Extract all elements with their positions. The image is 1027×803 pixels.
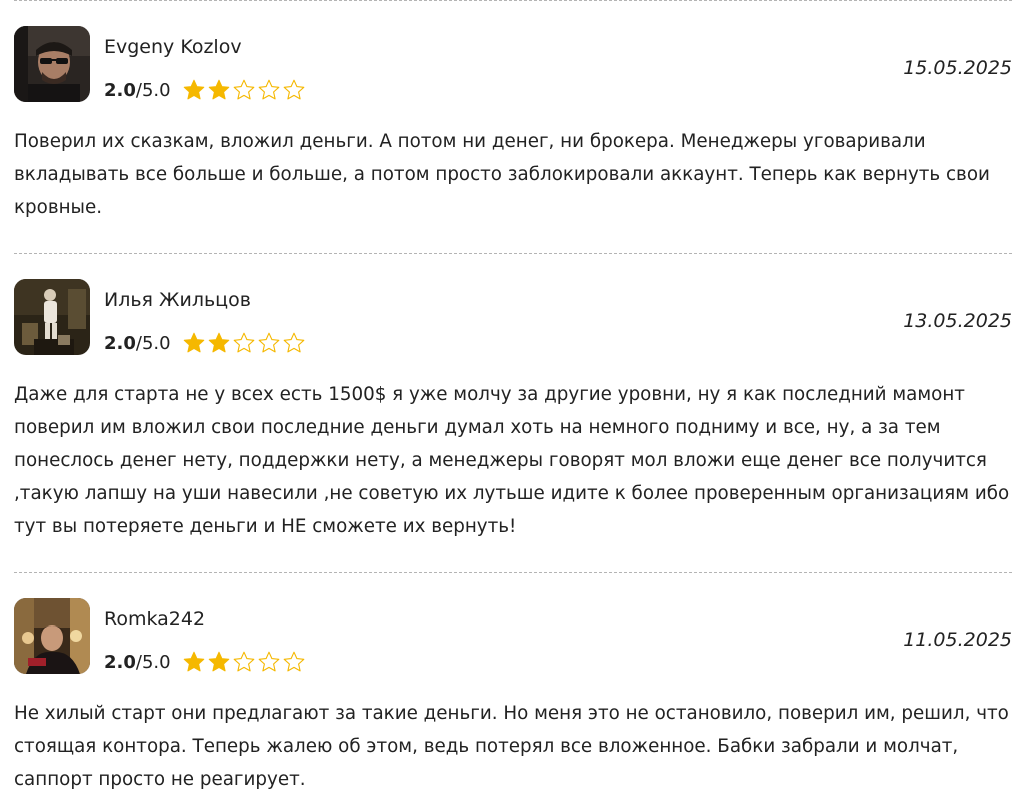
star-filled-icon (207, 650, 231, 674)
star-filled-icon (207, 331, 231, 355)
review-item: Evgeny Kozlov 2.0/5.0 15.05.2025 Поверил… (14, 0, 1012, 253)
star-empty-icon (232, 650, 256, 674)
rating: 2.0/5.0 (104, 647, 307, 677)
review-item: Илья Жильцов 2.0/5.0 13.05.2025 Даже для… (14, 253, 1012, 572)
star-empty-icon (257, 650, 281, 674)
rating-score: 2.0/5.0 (104, 651, 171, 673)
star-empty-icon (232, 331, 256, 355)
rating-score: 2.0/5.0 (104, 79, 171, 101)
review-text: Не хилый старт они предлагают за такие д… (14, 703, 1009, 790)
avatar[interactable] (14, 26, 90, 102)
review-date: 15.05.2025 (903, 57, 1012, 79)
star-empty-icon (232, 78, 256, 102)
rating-stars (182, 331, 307, 355)
author-name[interactable]: Илья Жильцов (104, 288, 251, 312)
star-empty-icon (282, 650, 306, 674)
avatar[interactable] (14, 598, 90, 674)
rating-stars (182, 650, 307, 674)
author-name[interactable]: Romka242 (104, 607, 205, 631)
author-name[interactable]: Evgeny Kozlov (104, 35, 242, 59)
star-filled-icon (182, 331, 206, 355)
star-filled-icon (182, 78, 206, 102)
review-item: Romka242 2.0/5.0 11.05.2025 Не хилый ста… (14, 572, 1012, 803)
rating-score: 2.0/5.0 (104, 332, 171, 354)
star-filled-icon (207, 78, 231, 102)
review-date: 11.05.2025 (903, 629, 1012, 651)
review-text: Поверил их сказкам, вложил деньги. А пот… (14, 131, 990, 218)
review-date: 13.05.2025 (903, 310, 1012, 332)
star-empty-icon (282, 78, 306, 102)
rating: 2.0/5.0 (104, 328, 307, 358)
star-empty-icon (257, 331, 281, 355)
review-text: Даже для старта не у всех есть 1500$ я у… (14, 384, 1010, 537)
rating-stars (182, 78, 307, 102)
rating: 2.0/5.0 (104, 75, 307, 105)
avatar[interactable] (14, 279, 90, 355)
star-empty-icon (282, 331, 306, 355)
star-empty-icon (257, 78, 281, 102)
star-filled-icon (182, 650, 206, 674)
reviews-list: Evgeny Kozlov 2.0/5.0 15.05.2025 Поверил… (14, 0, 1012, 803)
